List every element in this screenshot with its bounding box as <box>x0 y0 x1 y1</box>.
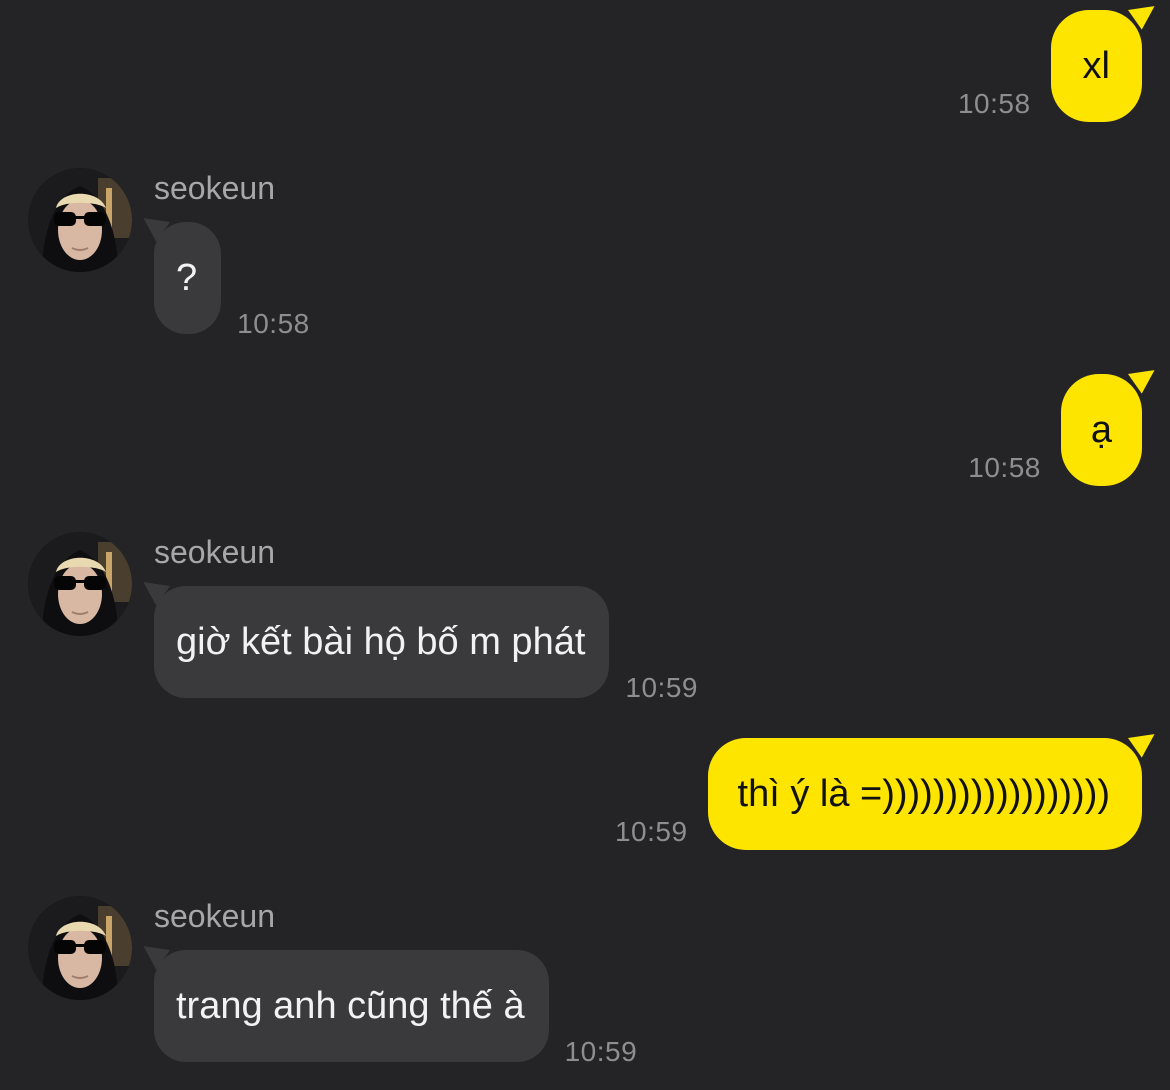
bubble-tail <box>136 572 170 606</box>
sender-name: seokeun <box>154 170 275 206</box>
sender-name: seokeun <box>154 898 275 934</box>
message-sent[interactable]: 10:58 xl <box>957 0 1162 122</box>
message-timestamp: 10:59 <box>614 816 688 847</box>
message-text: trang anh cũng thế à <box>176 985 525 1027</box>
message-timestamp: 10:58 <box>968 452 1041 483</box>
bubble-tail <box>1128 360 1162 394</box>
chat-thread[interactable]: 10:58 xl seokeun ? 10:58 10:58 ạ seokeun… <box>0 0 1170 1090</box>
message-bubble-received[interactable]: giờ kết bài hộ bố m phát <box>136 572 610 698</box>
avatar[interactable] <box>28 168 132 272</box>
message-sent[interactable]: 10:58 ạ <box>968 360 1162 486</box>
message-bubble-received[interactable]: ? <box>136 208 222 334</box>
avatar[interactable] <box>28 896 132 1000</box>
message-text: thì ý là =)))))))))))))))))) <box>737 773 1110 815</box>
message-text: xl <box>1082 45 1110 87</box>
message-row: trang anh cũng thế à 10:59 <box>136 936 637 1067</box>
message-timestamp: 10:58 <box>957 88 1031 119</box>
message-text: giờ kết bài hộ bố m phát <box>176 621 586 663</box>
message-bubble-received[interactable]: trang anh cũng thế à <box>136 936 549 1062</box>
message-bubble-sent[interactable]: xl <box>1050 0 1162 122</box>
message-sent[interactable]: 10:59 thì ý là =)))))))))))))))))) <box>614 724 1162 850</box>
message-text: ạ <box>1090 409 1112 451</box>
message-timestamp: 10:59 <box>564 1036 638 1067</box>
message-timestamp: 10:58 <box>237 308 310 339</box>
bubble-tail <box>1128 0 1162 30</box>
message-timestamp: 10:59 <box>625 672 698 703</box>
bubble-tail <box>136 208 170 242</box>
bubble-tail <box>136 936 170 970</box>
message-row: ? 10:58 <box>136 208 310 339</box>
avatar[interactable] <box>28 532 132 636</box>
bubble-tail <box>1128 724 1162 758</box>
message-bubble-sent[interactable]: thì ý là =)))))))))))))))))) <box>707 724 1162 850</box>
message-text: ? <box>176 257 198 299</box>
message-bubble-sent[interactable]: ạ <box>1060 360 1162 486</box>
message-row: giờ kết bài hộ bố m phát 10:59 <box>136 572 698 703</box>
sender-name: seokeun <box>154 534 275 570</box>
